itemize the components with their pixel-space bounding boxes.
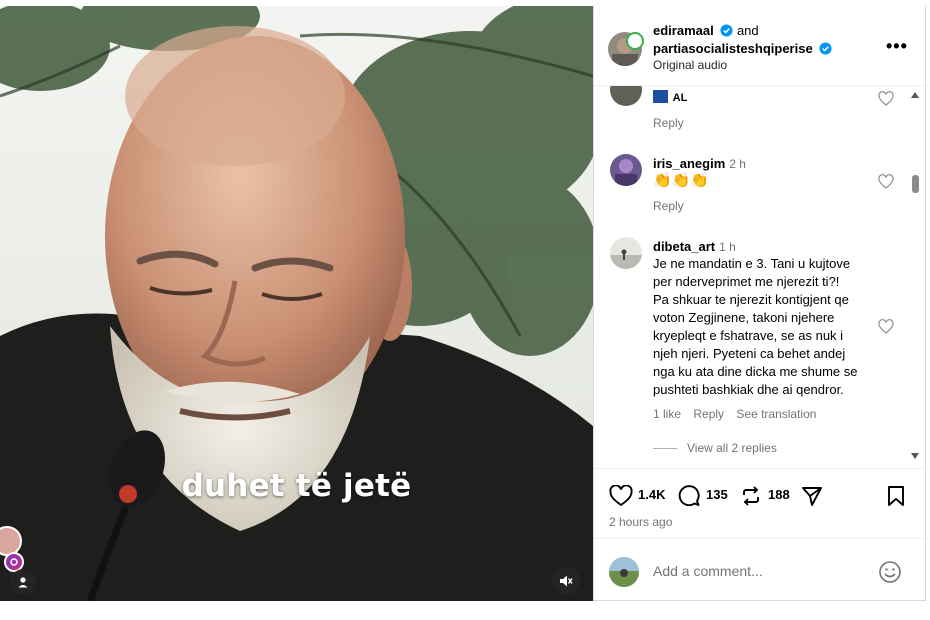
post-time[interactable]: 2 hours ago <box>609 515 672 529</box>
comment-header: iris_anegim 2 h <box>653 155 746 173</box>
mute-icon <box>560 575 573 587</box>
heart-icon[interactable] <box>878 174 894 190</box>
and-text: and <box>736 23 759 38</box>
video-frame <box>0 6 593 601</box>
collab-line: partiasocialisteshqiperise <box>653 41 832 56</box>
tagged-users-button[interactable] <box>10 569 36 595</box>
comment-username[interactable]: dibeta_art <box>653 239 715 254</box>
comment-actions: 1 like Reply See translation <box>653 407 816 421</box>
see-translation-link[interactable]: See translation <box>736 407 816 421</box>
video-player[interactable]: duhet të jetë <box>0 6 593 601</box>
add-comment-bar: Add a comment... <box>594 538 925 600</box>
comment-text-line: njeh njeri. Pyeteni ca behet andej <box>653 346 846 361</box>
comment-text: 👏👏👏 <box>653 172 710 189</box>
comment-partial-text: AL <box>653 90 687 104</box>
view-replies[interactable]: View all 2 replies <box>653 441 777 455</box>
post-header: ediramaal and partiasocialisteshqiperise… <box>594 6 925 86</box>
author-username-2[interactable]: partiasocialisteshqiperise <box>653 41 813 56</box>
scrollbar-thumb[interactable] <box>912 175 919 193</box>
user-icon <box>18 577 28 588</box>
repost-icon[interactable] <box>740 485 762 507</box>
reply-link[interactable]: Reply <box>653 116 684 130</box>
comment-text-line: Je ne mandatin e 3. Tani u kujtove <box>653 256 851 271</box>
post-sidebar: ediramaal and partiasocialisteshqiperise… <box>593 6 926 601</box>
author-line: ediramaal and <box>653 23 759 38</box>
heart-icon[interactable] <box>878 91 894 107</box>
video-caption: duhet të jetë <box>181 468 412 504</box>
comment-text-line: per nderveprimet me njerezit ti?! <box>653 274 840 289</box>
author-username-1[interactable]: ediramaal <box>653 23 714 38</box>
emoji-icon[interactable] <box>878 560 902 584</box>
comment-header: dibeta_art 1 h <box>653 238 736 256</box>
comment-text-line: voton Zegjinene, takoni njehere <box>653 310 835 325</box>
reply-link[interactable]: Reply <box>653 199 684 213</box>
comment-time: 1 h <box>719 240 736 254</box>
reply-link[interactable]: Reply <box>693 407 724 421</box>
scroll-down-arrow[interactable] <box>911 453 919 459</box>
more-options-icon[interactable]: ••• <box>886 36 908 57</box>
comment-text: Je ne mandatin e 3. Tani u kujtove per n… <box>653 255 858 399</box>
comment-avatar[interactable] <box>610 154 642 186</box>
verified-icon <box>819 42 832 55</box>
comment-icon[interactable] <box>677 485 701 507</box>
likes-count[interactable]: 1.4K <box>638 487 665 502</box>
flag-icon <box>653 90 668 103</box>
comments-count[interactable]: 135 <box>706 487 728 502</box>
replies-divider <box>653 448 677 450</box>
comment-time: 2 h <box>729 157 746 171</box>
comment-text-line: nga ku ata dine dicka me shume se <box>653 364 858 379</box>
comments-list[interactable]: AL Reply iris_anegim 2 h 👏👏👏 Reply dibeta… <box>594 86 925 468</box>
comment-input[interactable]: Add a comment... <box>653 563 763 579</box>
reposts-count[interactable]: 188 <box>768 487 790 502</box>
comment-avatar[interactable] <box>610 86 642 106</box>
collab-avatar[interactable] <box>626 32 644 50</box>
bookmark-icon[interactable] <box>886 485 906 507</box>
audio-label[interactable]: Original audio <box>653 58 727 72</box>
comment-text-line: kryepleqt e fshatrave, se as nuk i <box>653 328 844 343</box>
comment-avatar[interactable] <box>610 237 642 269</box>
verified-icon <box>720 24 733 37</box>
comment-text-line: Pa shkuar te njerezit kontigjent qe <box>653 292 849 307</box>
comment-username[interactable]: iris_anegim <box>653 156 725 171</box>
share-icon[interactable] <box>801 485 823 507</box>
scroll-up-arrow[interactable] <box>911 92 919 98</box>
instagram-post-window: duhet të jetë ediramaal and partiasocial… <box>0 0 930 620</box>
heart-icon[interactable] <box>609 485 633 507</box>
heart-icon[interactable] <box>878 319 894 335</box>
current-user-avatar <box>609 557 639 587</box>
post-actions: 1.4K 135 188 2 hours ago <box>594 468 925 538</box>
comment-likes[interactable]: 1 like <box>653 407 681 421</box>
mute-button[interactable] <box>552 567 580 595</box>
comment-text-line: pushteti bashkiak dhe ai qendror. <box>653 382 844 397</box>
